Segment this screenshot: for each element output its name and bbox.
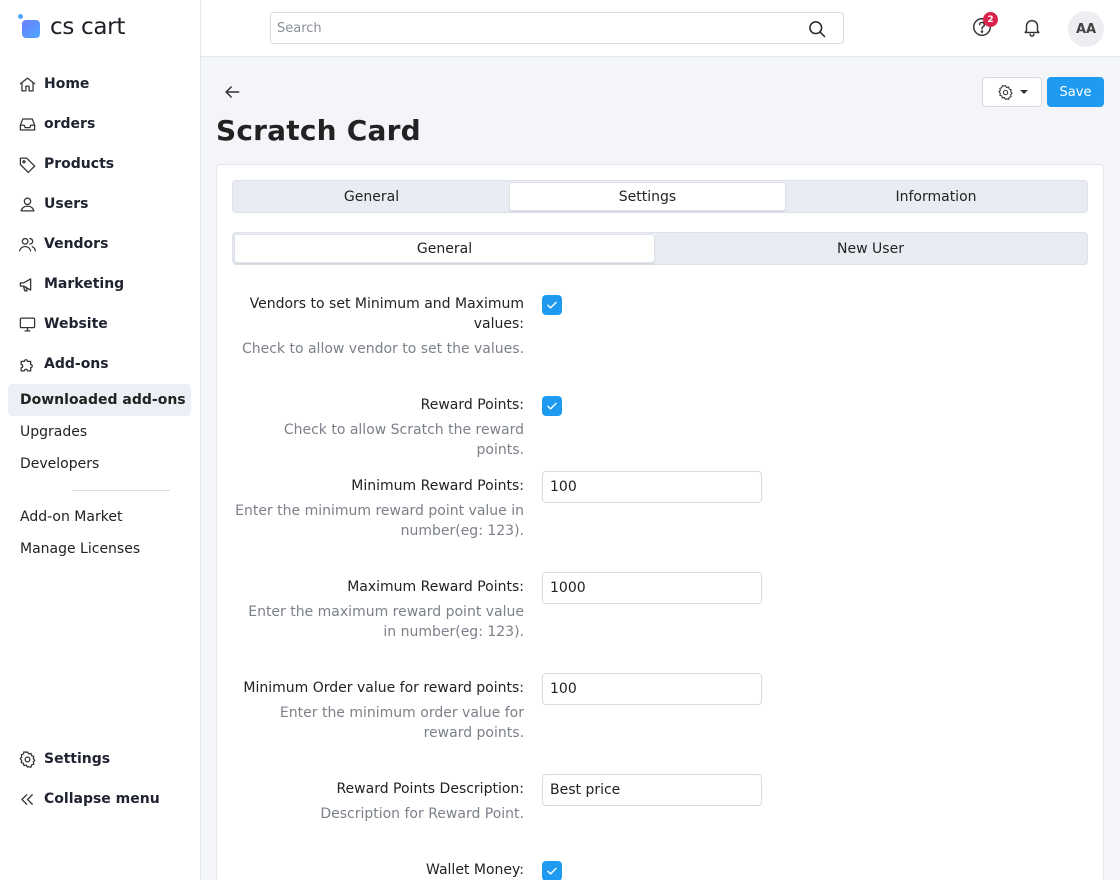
nav-home-label: Home <box>44 76 90 92</box>
nav-users[interactable]: Users <box>0 184 200 224</box>
vendors-minmax-hint: Check to allow vendor to set the values. <box>241 341 524 357</box>
tab-settings[interactable]: Settings <box>509 182 786 211</box>
nav-collapse-menu-label: Collapse menu <box>44 791 160 807</box>
nav-collapse-menu[interactable]: Collapse menu <box>0 779 200 819</box>
back-arrow-icon[interactable] <box>222 82 242 102</box>
main-nav: Home orders Products Users Vendors Marke… <box>0 64 200 565</box>
nav-home[interactable]: Home <box>0 64 200 104</box>
home-icon <box>17 74 37 94</box>
nav-addons-label: Add-ons <box>44 356 109 372</box>
nav-settings[interactable]: Settings <box>0 739 200 779</box>
users-icon <box>17 234 37 254</box>
bell-icon[interactable] <box>1021 16 1043 38</box>
check-icon <box>547 402 557 410</box>
nav-addons[interactable]: Add-ons <box>0 344 200 384</box>
user-icon <box>17 194 37 214</box>
reward-description-label: Reward Points Description: <box>336 781 524 797</box>
nav-vendors-label: Vendors <box>44 236 109 252</box>
nav-website-label: Website <box>44 316 108 332</box>
nav-settings-label: Settings <box>44 751 111 767</box>
search-icon[interactable] <box>807 19 827 39</box>
max-reward-points-hint: Enter the maximum reward point value in … <box>248 604 524 640</box>
min-reward-points-hint: Enter the minimum reward point value in … <box>235 503 524 539</box>
check-icon <box>547 867 557 875</box>
sidebar: cs cart Home orders Products Users Vendo… <box>0 0 201 880</box>
nav-orders[interactable]: orders <box>0 104 200 144</box>
topbar: 2 AA <box>201 0 1120 57</box>
min-order-value-label: Minimum Order value for reward points: <box>243 680 524 696</box>
max-reward-points-label: Maximum Reward Points: <box>347 579 524 595</box>
nav-website[interactable]: Website <box>0 304 200 344</box>
max-reward-points-input[interactable] <box>542 572 762 604</box>
gear-icon <box>997 84 1013 100</box>
check-icon <box>547 301 557 309</box>
caret-down-icon <box>1019 90 1028 94</box>
nav-marketing[interactable]: Marketing <box>0 264 200 304</box>
nav-orders-label: orders <box>44 116 96 132</box>
monitor-icon <box>17 314 37 334</box>
bottom-nav: Settings Collapse menu <box>0 739 200 819</box>
wallet-money-checkbox[interactable] <box>542 861 562 880</box>
help-badge: 2 <box>983 12 998 27</box>
sub-tabs: General New User <box>232 232 1088 265</box>
nav-vendors[interactable]: Vendors <box>0 224 200 264</box>
puzzle-icon <box>17 354 37 374</box>
subtab-new-user[interactable]: New User <box>655 234 1086 263</box>
min-reward-points-label: Minimum Reward Points: <box>351 478 524 494</box>
nav-products-label: Products <box>44 156 115 172</box>
settings-card: General Settings Information General New… <box>216 164 1104 880</box>
min-order-value-input[interactable] <box>542 673 762 705</box>
search-input[interactable] <box>271 13 791 43</box>
nav-marketing-label: Marketing <box>44 276 125 292</box>
settings-dropdown-button[interactable] <box>982 77 1042 107</box>
vendors-minmax-checkbox[interactable] <box>542 295 562 315</box>
megaphone-icon <box>17 274 37 294</box>
tab-general[interactable]: General <box>234 182 509 211</box>
sub-item-upgrades[interactable]: Upgrades <box>8 416 191 448</box>
reward-points-label: Reward Points: <box>420 397 524 413</box>
min-reward-points-input[interactable] <box>542 471 762 503</box>
tab-information[interactable]: Information <box>786 182 1086 211</box>
nav-products[interactable]: Products <box>0 144 200 184</box>
reward-points-hint: Check to allow Scratch the reward points… <box>283 422 524 458</box>
double-chevron-left-icon <box>17 789 37 809</box>
reward-points-checkbox[interactable] <box>542 396 562 416</box>
reward-description-hint: Description for Reward Point. <box>320 806 524 822</box>
sub-item-addon-market[interactable]: Add-on Market <box>8 501 191 533</box>
sub-item-downloaded-addons[interactable]: Downloaded add-ons <box>8 384 191 416</box>
search-box <box>270 12 844 44</box>
addons-submenu: Downloaded add-ons Upgrades Developers A… <box>0 384 200 565</box>
wallet-money-label: Wallet Money: <box>426 862 524 878</box>
inbox-icon <box>17 114 37 134</box>
sub-item-manage-licenses[interactable]: Manage Licenses <box>8 533 191 565</box>
logo-text: cs cart <box>50 14 126 40</box>
nav-users-label: Users <box>44 196 89 212</box>
page-title: Scratch Card <box>216 114 421 147</box>
subtab-general[interactable]: General <box>234 234 655 263</box>
logo[interactable]: cs cart <box>18 12 125 42</box>
gear-icon <box>17 749 37 769</box>
vendors-minmax-label: Vendors to set Minimum and Maximum value… <box>249 296 524 332</box>
sub-item-developers[interactable]: Developers <box>8 448 191 480</box>
submenu-divider <box>72 490 170 491</box>
logo-icon <box>18 14 44 40</box>
min-order-value-hint: Enter the minimum order value for reward… <box>279 705 524 741</box>
tag-icon <box>17 154 37 174</box>
save-button[interactable]: Save <box>1047 77 1104 107</box>
main-tabs: General Settings Information <box>232 180 1088 213</box>
reward-description-input[interactable] <box>542 774 762 806</box>
avatar[interactable]: AA <box>1068 11 1104 47</box>
